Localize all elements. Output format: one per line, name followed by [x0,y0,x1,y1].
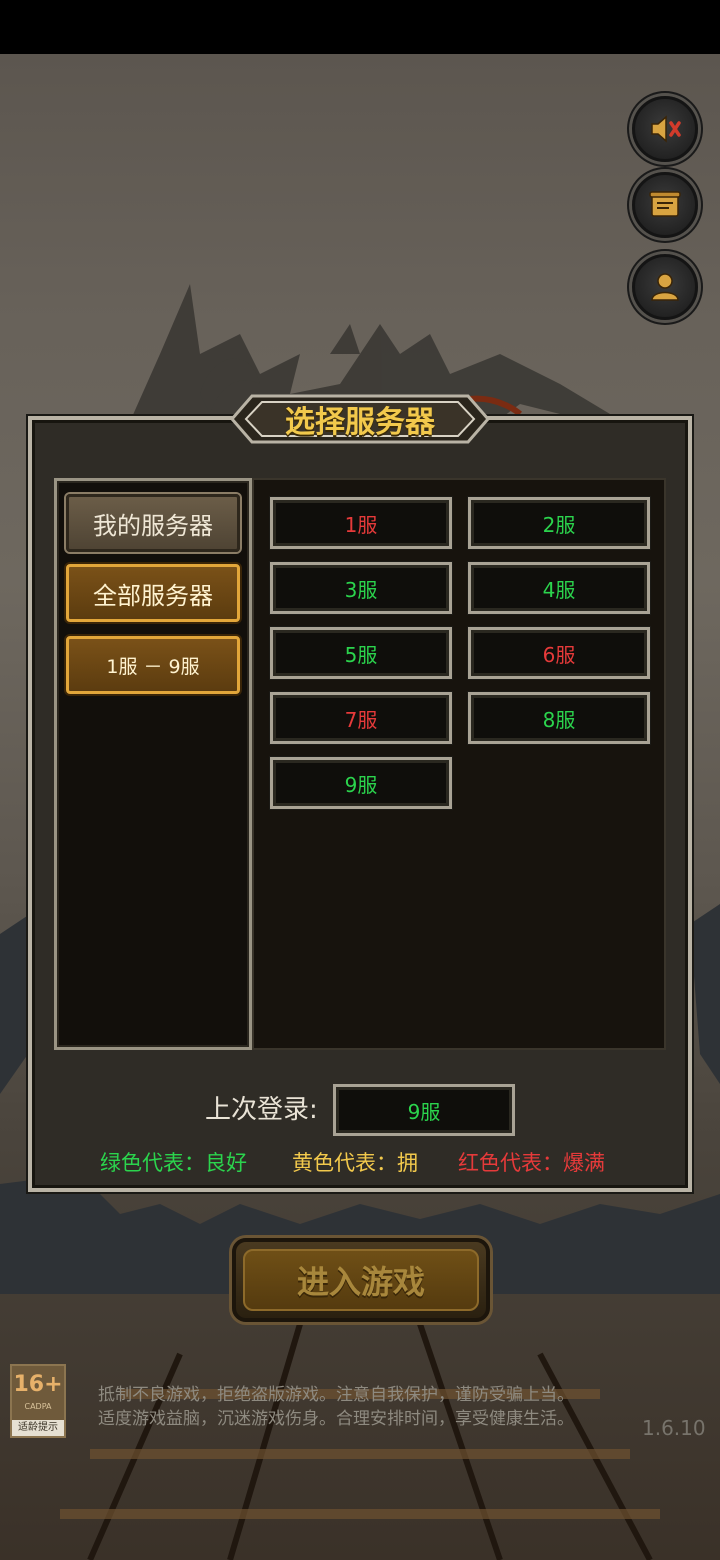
user-icon [651,273,679,301]
enter-game-button[interactable]: 进入游戏 [232,1238,490,1322]
age-rating-number: 16+ [13,1372,63,1397]
server-button-8[interactable]: 8服 [468,692,650,744]
enter-game-label: 进入游戏 [243,1249,479,1311]
legend-busy: 黄色代表：拥 [292,1151,418,1175]
age-rating-tag: 适龄提示 [12,1420,64,1436]
sound-toggle-button[interactable] [632,96,698,162]
health-notice-line-2: 适度游戏益脑，沉迷游戏伤身。合理安排时间，享受健康生活。 [98,1409,574,1429]
tab-my-servers[interactable]: 我的服务器 [66,494,240,552]
health-notice-line-1: 抵制不良游戏，拒绝盗版游戏。注意自我保护，谨防受骗上当。 [98,1385,574,1405]
server-button-3[interactable]: 3服 [270,562,452,614]
server-button-6[interactable]: 6服 [468,627,650,679]
server-button-9[interactable]: 9服 [270,757,452,809]
tab-server-range[interactable]: 1服 － 9服 [66,636,240,694]
age-rating-badge: 16+ CADPA 适龄提示 [10,1364,66,1438]
notice-button[interactable] [632,172,698,238]
tab-all-servers[interactable]: 全部服务器 [66,564,240,622]
server-button-5[interactable]: 5服 [270,627,452,679]
status-bar [0,0,720,54]
last-login-server-button[interactable]: 9服 [333,1084,515,1136]
legend-good: 绿色代表：良好 [100,1151,247,1175]
server-button-2[interactable]: 2服 [468,497,650,549]
panel-title-plate: 选择服务器 [230,392,490,446]
last-login-label: 上次登录: [205,1095,318,1125]
scroll-icon [649,191,681,217]
server-button-4[interactable]: 4服 [468,562,650,614]
server-button-7[interactable]: 7服 [270,692,452,744]
account-button[interactable] [632,254,698,320]
age-rating-org: CADPA [24,1402,52,1411]
version-label: 1.6.10 [642,1416,706,1440]
page-title: 选择服务器 [285,405,435,440]
server-button-1[interactable]: 1服 [270,497,452,549]
speaker-muted-icon [651,115,681,143]
legend-full: 红色代表：爆满 [458,1151,605,1175]
